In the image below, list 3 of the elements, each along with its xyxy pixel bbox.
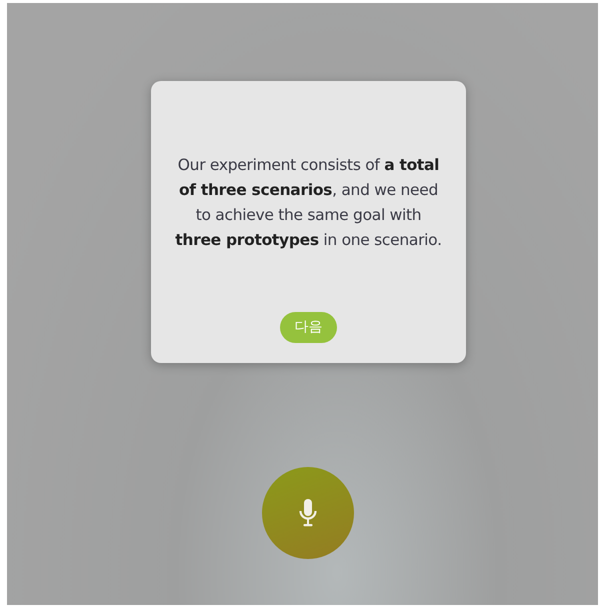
dialog-message: Our experiment consists of a total of three scenarios, and we need to achieve the same goal with three prototypes in one scenario. bbox=[174, 155, 443, 251]
microphone-icon bbox=[299, 499, 317, 527]
next-button[interactable]: 다음 bbox=[280, 312, 337, 343]
